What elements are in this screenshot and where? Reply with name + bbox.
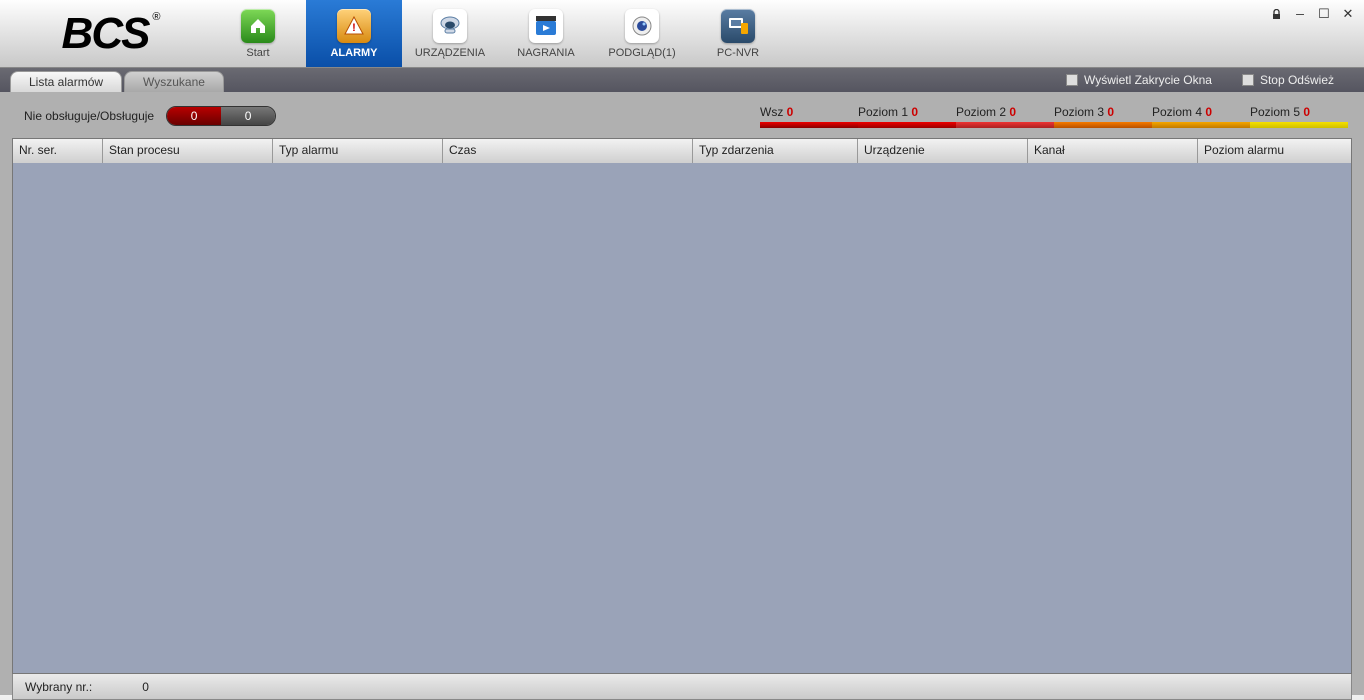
level-bar-icon <box>1054 122 1152 128</box>
col-poziom-alarmu[interactable]: Poziom alarmu <box>1198 139 1351 163</box>
lens-icon <box>625 9 659 43</box>
toolbar-options: Wyświetl Zakrycie Okna Stop Odśwież <box>1066 73 1364 87</box>
nav-start[interactable]: Start <box>210 0 306 67</box>
maximize-icon[interactable]: ☐ <box>1316 6 1332 22</box>
nav-alarmy[interactable]: ! ALARMY <box>306 0 402 67</box>
col-urzadzenie[interactable]: Urządzenie <box>858 139 1028 163</box>
col-typ-alarmu[interactable]: Typ alarmu <box>273 139 443 163</box>
lock-icon[interactable] <box>1268 6 1284 22</box>
level-indicators: Wsz 0 Poziom 1 0 Poziom 2 0 Poziom 3 0 P… <box>760 105 1352 128</box>
table-header: Nr. ser. Stan procesu Typ alarmu Czas Ty… <box>13 139 1351 163</box>
level-5[interactable]: Poziom 5 0 <box>1250 105 1348 128</box>
sub-toolbar: Lista alarmów Wyszukane Wyświetl Zakryci… <box>0 68 1364 92</box>
nav-urzadzenia-label: URZĄDZENIA <box>415 47 485 59</box>
level-2[interactable]: Poziom 2 0 <box>956 105 1054 128</box>
sub-tabs: Lista alarmów Wyszukane <box>10 68 226 92</box>
logo-text: BCS ® <box>62 9 149 59</box>
window-controls: — ☐ ✕ <box>1268 6 1356 22</box>
level-3-label: Poziom 3 <box>1054 105 1104 119</box>
col-stan-procesu[interactable]: Stan procesu <box>103 139 273 163</box>
handle-toggle[interactable]: 0 0 <box>166 106 276 126</box>
home-icon <box>241 9 275 43</box>
level-1-label: Poziom 1 <box>858 105 908 119</box>
col-kanal[interactable]: Kanał <box>1028 139 1198 163</box>
logo-name: BCS <box>62 9 149 58</box>
level-all-value: 0 <box>787 105 794 119</box>
level-3[interactable]: Poziom 3 0 <box>1054 105 1152 128</box>
level-1-value: 0 <box>911 105 918 119</box>
level-bar-icon <box>858 122 956 128</box>
selected-value: 0 <box>142 680 149 694</box>
nav-urzadzenia[interactable]: URZĄDZENIA <box>402 0 498 67</box>
nav-pcnvr-label: PC-NVR <box>717 47 759 59</box>
nav-podglad-label: PODGLĄD(1) <box>608 47 675 59</box>
filter-row: Nie obsługuje/Obsługuje 0 0 Wsz 0 Poziom… <box>12 100 1352 132</box>
tab-lista-alarmow[interactable]: Lista alarmów <box>10 71 122 92</box>
table-body[interactable] <box>13 163 1351 673</box>
option-cover-label: Wyświetl Zakrycie Okna <box>1084 73 1212 87</box>
level-5-label: Poziom 5 <box>1250 105 1300 119</box>
level-bar-icon <box>956 122 1054 128</box>
alarm-table: Nr. ser. Stan procesu Typ alarmu Czas Ty… <box>12 138 1352 674</box>
option-cover-window[interactable]: Wyświetl Zakrycie Okna <box>1066 73 1212 87</box>
level-bar-icon <box>760 122 858 128</box>
handle-count-unhandled: 0 <box>167 107 221 125</box>
level-4[interactable]: Poziom 4 0 <box>1152 105 1250 128</box>
level-bar-icon <box>1250 122 1348 128</box>
nav-podglad[interactable]: PODGLĄD(1) <box>594 0 690 67</box>
col-nr-ser[interactable]: Nr. ser. <box>13 139 103 163</box>
level-4-value: 0 <box>1205 105 1212 119</box>
level-all-label: Wsz <box>760 105 783 119</box>
status-bar: Wybrany nr.: 0 <box>12 674 1352 700</box>
level-5-value: 0 <box>1303 105 1310 119</box>
level-all[interactable]: Wsz 0 <box>760 105 858 128</box>
checkbox-icon <box>1066 74 1078 86</box>
svg-text:!: ! <box>352 22 356 34</box>
option-stop-label: Stop Odśwież <box>1260 73 1334 87</box>
main-nav: Start ! ALARMY URZĄDZENIA NAGRANIA PODGL… <box>210 0 786 67</box>
tab-wyszukane[interactable]: Wyszukane <box>124 71 224 92</box>
handle-count-handled: 0 <box>221 107 275 125</box>
monitor-icon <box>721 9 755 43</box>
top-toolbar: BCS ® Start ! ALARMY URZĄDZENIA N <box>0 0 1364 68</box>
option-stop-refresh[interactable]: Stop Odśwież <box>1242 73 1334 87</box>
clapper-icon <box>529 9 563 43</box>
camera-icon <box>433 9 467 43</box>
minimize-icon[interactable]: — <box>1292 6 1308 22</box>
alert-icon: ! <box>337 9 371 43</box>
nav-pcnvr[interactable]: PC-NVR <box>690 0 786 67</box>
col-typ-zdarzenia[interactable]: Typ zdarzenia <box>693 139 858 163</box>
level-2-value: 0 <box>1009 105 1016 119</box>
nav-start-label: Start <box>246 47 269 59</box>
nav-nagrania[interactable]: NAGRANIA <box>498 0 594 67</box>
selected-label: Wybrany nr.: <box>25 680 92 694</box>
content-area: Nie obsługuje/Obsługuje 0 0 Wsz 0 Poziom… <box>0 92 1364 700</box>
level-1[interactable]: Poziom 1 0 <box>858 105 956 128</box>
level-2-label: Poziom 2 <box>956 105 1006 119</box>
nav-nagrania-label: NAGRANIA <box>517 47 574 59</box>
registered-icon: ® <box>152 11 158 23</box>
brand-logo: BCS ® <box>0 0 210 67</box>
level-4-label: Poziom 4 <box>1152 105 1202 119</box>
handle-label: Nie obsługuje/Obsługuje <box>24 109 154 123</box>
checkbox-icon <box>1242 74 1254 86</box>
nav-alarmy-label: ALARMY <box>330 47 377 59</box>
col-czas[interactable]: Czas <box>443 139 693 163</box>
level-bar-icon <box>1152 122 1250 128</box>
close-icon[interactable]: ✕ <box>1340 6 1356 22</box>
level-3-value: 0 <box>1107 105 1114 119</box>
